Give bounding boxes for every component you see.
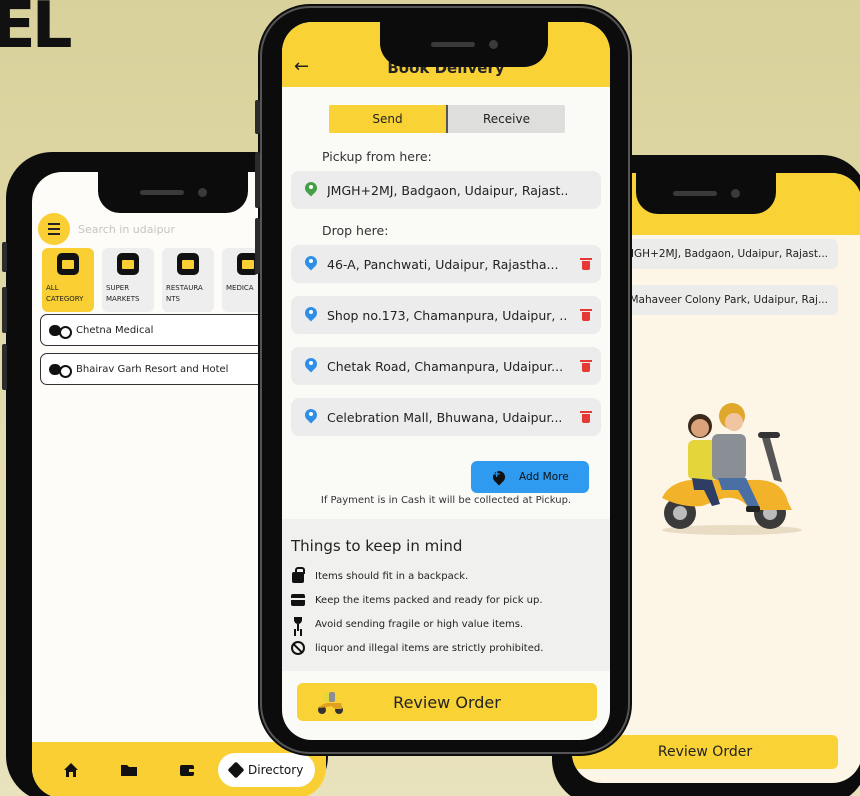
drop-pin-icon xyxy=(305,307,317,323)
tip-item: Keep the items packed and ready for pick… xyxy=(291,593,543,607)
pill-icon xyxy=(49,324,72,339)
home-icon[interactable] xyxy=(42,762,100,778)
category-supermarkets[interactable]: SUPER MARKETS xyxy=(102,248,154,312)
prohibited-icon xyxy=(291,641,305,655)
delete-icon[interactable] xyxy=(580,309,592,321)
category-all[interactable]: ALL CATEGORY xyxy=(42,248,94,312)
volume-button xyxy=(2,242,7,272)
folder-icon[interactable] xyxy=(100,763,158,777)
directory-tab[interactable]: Directory xyxy=(218,753,316,787)
category-icon xyxy=(177,253,199,275)
drop-address-text: Mahaveer Colony Park, Udaipur, Raj... xyxy=(629,294,829,306)
center-phone-screen: ← Book Delivery Send Receive Pickup from… xyxy=(282,22,610,740)
volume-button xyxy=(2,287,7,333)
category-label: SUPER xyxy=(106,284,130,292)
brand-logo-fragment: EL xyxy=(0,0,72,63)
review-order-button[interactable]: Review Order xyxy=(297,683,597,721)
pickup-pin-icon xyxy=(305,182,317,198)
phone-notch xyxy=(380,22,548,67)
pill-icon xyxy=(49,363,72,378)
pickup-label: Pickup from here: xyxy=(322,149,432,164)
list-item-label: Chetna Medical xyxy=(76,324,154,336)
category-label: RESTAURA xyxy=(166,284,203,292)
volume-button xyxy=(255,218,260,274)
tip-text: Keep the items packed and ready for pick… xyxy=(315,594,543,606)
category-label: MARKETS xyxy=(106,295,140,303)
category-label: CATEGORY xyxy=(46,295,84,303)
pickup-address-text: JMGH+2MJ, Badgaon, Udaipur, Rajast... xyxy=(327,182,567,198)
bottom-navigation: Directory xyxy=(32,742,326,796)
scooter-riders-illustration xyxy=(662,403,802,535)
phone-notch xyxy=(98,172,248,213)
drop-address-text: Celebration Mall, Bhuwana, Udaipur... xyxy=(327,409,563,425)
add-more-button[interactable]: Add More xyxy=(471,461,589,493)
tip-item: liquor and illegal items are strictly pr… xyxy=(291,641,543,655)
tip-item: Items should fit in a backpack. xyxy=(291,567,469,583)
tip-text: Avoid sending fragile or high value item… xyxy=(315,618,524,630)
category-icon xyxy=(57,253,79,275)
volume-button xyxy=(2,344,7,390)
directory-label: Directory xyxy=(248,763,304,777)
tab-receive[interactable]: Receive xyxy=(448,105,565,133)
review-order-label: Review Order xyxy=(393,692,501,712)
drop-address-field[interactable]: Chetak Road, Chamanpura, Udaipur... xyxy=(291,347,601,385)
category-label: ALL xyxy=(46,284,59,292)
directions-icon xyxy=(227,761,245,779)
category-restaurants[interactable]: RESTAURA NTS xyxy=(162,248,214,312)
scooter-icon xyxy=(318,692,343,714)
list-item[interactable]: Chetna Medical xyxy=(40,314,290,346)
add-more-label: Add More xyxy=(519,471,569,483)
center-phone-mockup: ← Book Delivery Send Receive Pickup from… xyxy=(255,4,632,756)
drop-address-text: Chetak Road, Chamanpura, Udaipur... xyxy=(327,358,564,374)
volume-button xyxy=(255,152,260,208)
volume-button xyxy=(255,100,260,134)
category-label: NTS xyxy=(166,295,180,303)
tips-title: Things to keep in mind xyxy=(291,537,463,555)
tip-item: Avoid sending fragile or high value item… xyxy=(291,617,523,631)
send-receive-toggle: Send Receive xyxy=(329,105,565,133)
pickup-address-text: JMGH+2MJ, Badgaon, Udaipur, Rajast... xyxy=(621,248,828,260)
delete-icon[interactable] xyxy=(580,411,592,423)
delete-icon[interactable] xyxy=(580,258,592,270)
tab-send[interactable]: Send xyxy=(329,105,448,133)
tip-text: Items should fit in a backpack. xyxy=(315,570,469,582)
drop-address-field[interactable]: 46-A, Panchwati, Udaipur, Rajastha... xyxy=(291,245,601,283)
drop-address-field[interactable]: Shop no.173, Chamanpura, Udaipur, ... xyxy=(291,296,601,334)
drop-address-field[interactable]: Celebration Mall, Bhuwana, Udaipur... xyxy=(291,398,601,436)
tip-text: liquor and illegal items are strictly pr… xyxy=(315,642,544,654)
drop-address-text: 46-A, Panchwati, Udaipur, Rajastha... xyxy=(327,256,559,272)
category-list: ALL CATEGORY SUPER MARKETS RESTAURA NTS … xyxy=(42,248,274,312)
backpack-icon xyxy=(291,567,305,583)
menu-icon[interactable] xyxy=(38,213,70,245)
wallet-icon[interactable] xyxy=(158,763,216,777)
package-icon xyxy=(291,593,305,607)
list-item-label: Bhairav Garh Resort and Hotel xyxy=(76,363,229,375)
pickup-address-field[interactable]: JMGH+2MJ, Badgaon, Udaipur, Rajast... xyxy=(291,171,601,209)
drop-address-text: Shop no.173, Chamanpura, Udaipur, ... xyxy=(327,307,567,323)
search-input[interactable]: Search in udaipur xyxy=(78,223,175,236)
drop-pin-icon xyxy=(305,409,317,425)
wine-glass-icon xyxy=(291,617,305,631)
phone-notch xyxy=(636,173,776,214)
tips-section: Things to keep in mind Items should fit … xyxy=(282,519,610,671)
list-item[interactable]: Bhairav Garh Resort and Hotel xyxy=(40,353,290,385)
category-icon xyxy=(117,253,139,275)
drop-label: Drop here: xyxy=(322,223,389,238)
drop-pin-icon xyxy=(305,358,317,374)
review-order-label: Review Order xyxy=(657,744,753,760)
delete-icon[interactable] xyxy=(580,360,592,372)
payment-note: If Payment is in Cash it will be collect… xyxy=(320,495,572,506)
add-location-icon xyxy=(490,468,508,486)
drop-pin-icon xyxy=(305,256,317,272)
